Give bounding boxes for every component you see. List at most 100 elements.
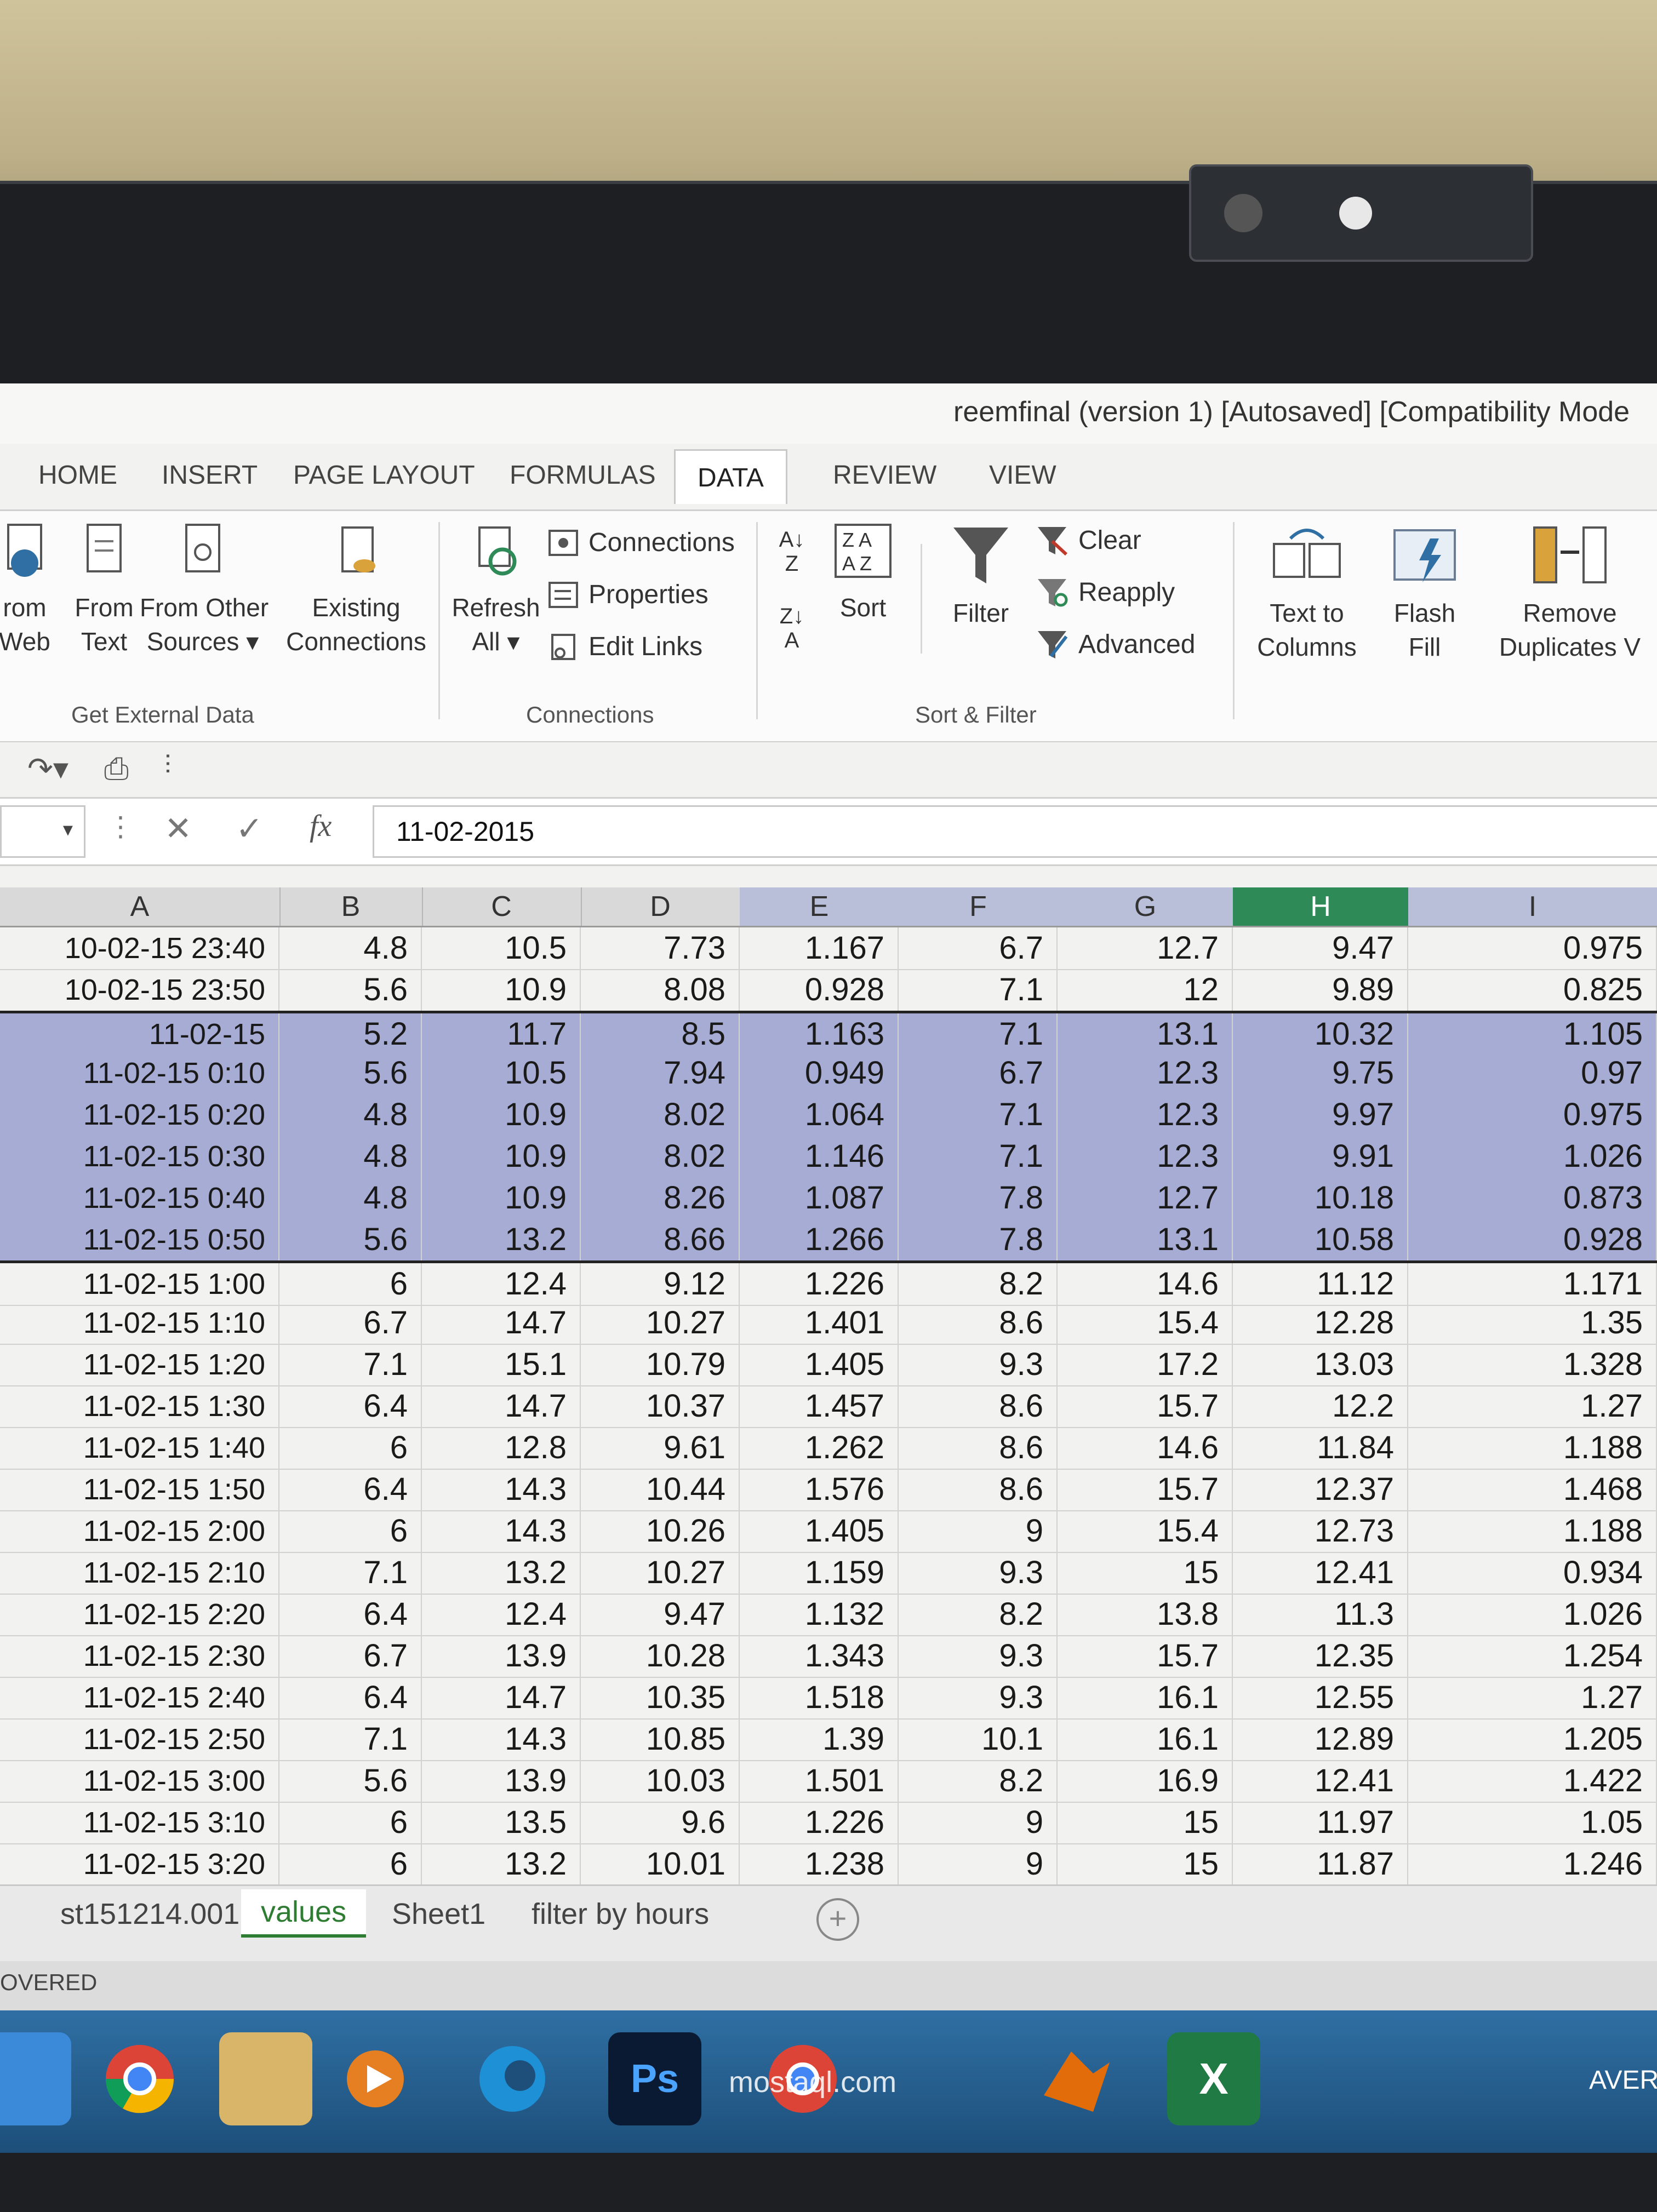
cell-f[interactable]: 6.7 [899,927,1058,969]
cell-c[interactable]: 14.3 [422,1718,581,1760]
cell-d[interactable]: 8.66 [581,1219,740,1260]
cell-a[interactable]: 11-02-15 3:10 [0,1802,279,1843]
cell-d[interactable]: 9.61 [581,1427,740,1469]
column-header-d[interactable]: D [581,887,741,926]
cell-c[interactable]: 13.2 [422,1219,581,1260]
media-player-icon[interactable] [329,2032,422,2125]
cell-i[interactable]: 0.975 [1408,927,1657,969]
cell-i[interactable]: 0.873 [1408,1177,1657,1219]
cell-a[interactable]: 11-02-15 0:40 [0,1177,279,1219]
cell-h[interactable]: 12.89 [1233,1718,1408,1760]
cell-c[interactable]: 10.5 [422,1052,581,1094]
cell-b[interactable]: 5.2 [279,1013,422,1055]
cell-h[interactable]: 9.89 [1233,969,1408,1011]
column-header-f[interactable]: F [899,887,1059,926]
cell-f[interactable]: 9.3 [899,1344,1058,1385]
name-box[interactable]: ▾ [0,805,85,858]
cell-h[interactable]: 11.12 [1233,1263,1408,1305]
ie-icon[interactable] [0,2032,71,2125]
cell-f[interactable]: 7.8 [899,1177,1058,1219]
cell-b[interactable]: 4.8 [279,927,422,969]
cell-f[interactable]: 9.3 [899,1552,1058,1594]
cell-f[interactable]: 8.6 [899,1427,1058,1469]
cell-d[interactable]: 7.73 [581,927,740,969]
cell-d[interactable]: 10.85 [581,1718,740,1760]
cell-a[interactable]: 10-02-15 23:40 [0,927,279,969]
cell-e[interactable]: 1.238 [740,1843,899,1885]
cell-c[interactable]: 10.9 [422,1136,581,1177]
cell-d[interactable]: 8.08 [581,969,740,1011]
sort-ascending-button[interactable]: A↓ Z [770,528,814,576]
cell-g[interactable]: 15 [1058,1552,1233,1594]
cell-b[interactable]: 7.1 [279,1552,422,1594]
cell-c[interactable]: 10.9 [422,969,581,1011]
cell-a[interactable]: 11-02-15 3:00 [0,1760,279,1802]
cell-h[interactable]: 11.84 [1233,1427,1408,1469]
column-header-e[interactable]: E [740,887,900,926]
cell-g[interactable]: 16.1 [1058,1677,1233,1718]
cell-g[interactable]: 14.6 [1058,1263,1233,1305]
cell-b[interactable]: 5.6 [279,969,422,1011]
cell-h[interactable]: 11.87 [1233,1843,1408,1885]
cell-c[interactable]: 13.9 [422,1760,581,1802]
column-header-b[interactable]: B [279,887,423,926]
cell-e[interactable]: 1.266 [740,1219,899,1260]
cell-a[interactable]: 11-02-15 2:20 [0,1594,279,1635]
cell-a[interactable]: 11-02-15 3:20 [0,1843,279,1885]
cell-e[interactable]: 1.146 [740,1136,899,1177]
sheet-tab-filter-by-hours[interactable]: filter by hours [532,1897,709,1931]
cell-i[interactable]: 1.27 [1408,1677,1657,1718]
cell-e[interactable]: 1.576 [740,1469,899,1510]
cell-f[interactable]: 8.2 [899,1263,1058,1305]
excel-icon[interactable]: X [1167,2032,1260,2125]
cell-h[interactable]: 12.41 [1233,1552,1408,1594]
cell-b[interactable]: 6 [279,1843,422,1885]
remove-duplicates-button[interactable]: Remove Duplicates V [1479,522,1657,664]
cell-i[interactable]: 1.254 [1408,1635,1657,1677]
cell-h[interactable]: 12.35 [1233,1635,1408,1677]
cell-b[interactable]: 4.8 [279,1136,422,1177]
tab-page-layout[interactable]: PAGE LAYOUT [293,460,475,490]
cell-e[interactable]: 1.226 [740,1802,899,1843]
cell-d[interactable]: 10.03 [581,1760,740,1802]
from-other-sources-button[interactable]: From Other Sources ▾ [140,522,268,658]
add-sheet-icon[interactable]: + [816,1898,859,1941]
customize-qat-icon[interactable]: ⫶ [164,750,171,781]
cell-h[interactable]: 9.75 [1233,1052,1408,1094]
cell-b[interactable]: 5.6 [279,1760,422,1802]
cell-i[interactable]: 0.825 [1408,969,1657,1011]
cell-i[interactable]: 1.171 [1408,1263,1657,1305]
flash-fill-button[interactable]: Flash Fill [1381,522,1469,664]
column-header-a[interactable]: A [0,887,281,926]
cell-h[interactable]: 11.97 [1233,1802,1408,1843]
connections-button[interactable]: Connections [548,528,735,558]
column-header-g[interactable]: G [1058,887,1234,926]
cell-g[interactable]: 14.6 [1058,1427,1233,1469]
cell-b[interactable]: 6 [279,1510,422,1552]
cell-f[interactable]: 8.2 [899,1594,1058,1635]
advanced-filter-button[interactable]: Advanced [1036,629,1196,660]
cell-g[interactable]: 15.4 [1058,1302,1233,1344]
cell-f[interactable]: 7.1 [899,969,1058,1011]
cell-c[interactable]: 10.5 [422,927,581,969]
cell-e[interactable]: 1.343 [740,1635,899,1677]
cell-i[interactable]: 0.928 [1408,1219,1657,1260]
cell-a[interactable]: 11-02-15 0:30 [0,1136,279,1177]
edit-links-button[interactable]: Edit Links [548,632,702,662]
sort-descending-button[interactable]: Z↓ A [770,604,814,652]
cell-c[interactable]: 13.2 [422,1552,581,1594]
cell-d[interactable]: 10.01 [581,1843,740,1885]
insert-function-icon[interactable]: fx [310,809,332,844]
cell-f[interactable]: 8.2 [899,1760,1058,1802]
cell-b[interactable]: 4.8 [279,1094,422,1136]
cell-a[interactable]: 11-02-15 1:50 [0,1469,279,1510]
tab-data[interactable]: DATA [674,449,787,504]
cell-b[interactable]: 6.4 [279,1594,422,1635]
cell-e[interactable]: 0.949 [740,1052,899,1094]
cell-i[interactable]: 1.188 [1408,1427,1657,1469]
cell-d[interactable]: 10.37 [581,1385,740,1427]
cell-e[interactable]: 1.064 [740,1094,899,1136]
cell-h[interactable]: 9.97 [1233,1094,1408,1136]
cell-f[interactable]: 10.1 [899,1718,1058,1760]
clear-button[interactable]: Clear [1036,525,1141,555]
